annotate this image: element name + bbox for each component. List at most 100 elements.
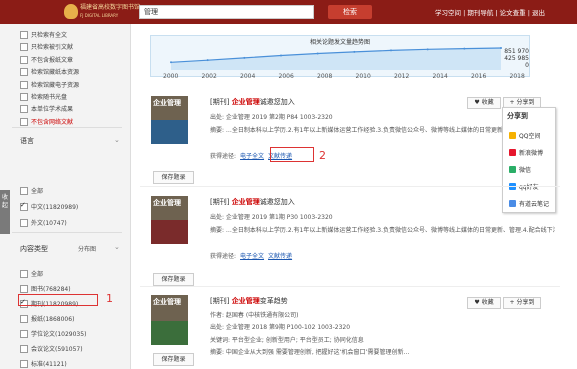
chart-x-tick: 2016 — [471, 73, 487, 80]
filter-option-checkbox[interactable] — [20, 31, 28, 39]
share-item-label: 微信 — [519, 167, 532, 174]
filter-option-label[interactable]: 只检索有全文 — [31, 30, 67, 39]
language-section-title: 语言 — [20, 137, 34, 145]
chevron-down-icon[interactable]: ⌄ — [114, 243, 120, 251]
share-wechat[interactable]: 微信 — [509, 165, 531, 174]
logo-subtitle: FJ DIGITAL LIBRARY — [80, 13, 119, 18]
type-tag: [期刊] — [210, 198, 230, 206]
content-type-option-label[interactable]: 报纸(1868006) — [31, 314, 74, 323]
result-meta: 出处: 企业管理 2019 第1期 P30 1003-2320 — [210, 214, 333, 221]
share-qzone[interactable]: QQ空间 — [509, 131, 540, 140]
result-author: 作者: 赵国春 (中核铁通有限公司) — [210, 312, 299, 319]
highlight-box — [270, 147, 314, 162]
trend-point — [206, 59, 209, 62]
favorite-button[interactable]: ♥ 收藏 — [467, 97, 501, 109]
title-keyword[interactable]: 企业管理 — [232, 297, 260, 305]
share-item-label: 新浪微博 — [519, 150, 544, 157]
chart-zero-value: 0 — [525, 62, 529, 69]
filter-option-checkbox[interactable] — [20, 68, 28, 77]
cover-title: 企业管理 — [153, 199, 181, 207]
filter-option-label[interactable]: 不包含报纸文章 — [31, 55, 73, 64]
filter-option-label[interactable]: 检索馆藏电子资源 — [31, 80, 79, 89]
chart-x-tick: 2004 — [240, 73, 256, 80]
content-type-section-title: 内容类型 — [20, 245, 48, 253]
divider — [12, 232, 122, 233]
filter-option-checkbox[interactable] — [20, 43, 28, 52]
language-option-checkbox[interactable] — [20, 201, 28, 211]
title-keyword[interactable]: 企业管理 — [232, 198, 260, 206]
chart-x-tick: 2008 — [317, 73, 333, 80]
result-meta: 出处: 企业管理 2018 第9期 P100-102 1003-2320 — [210, 324, 351, 331]
title-rest[interactable]: 诚邀您加入 — [260, 198, 295, 206]
journal-cover-image[interactable]: 企业管理 — [151, 96, 188, 144]
content-type-option-checkbox[interactable] — [20, 360, 28, 368]
trend-point — [243, 56, 246, 59]
filter-option-checkbox[interactable] — [20, 55, 28, 64]
filter-option-label[interactable]: 不包含网络文献 — [31, 117, 73, 126]
trend-point — [280, 54, 282, 57]
filter-option-checkbox[interactable] — [20, 105, 28, 114]
result-title[interactable]: [期刊] 企业管理诚邀您加入 — [210, 197, 295, 207]
trend-point — [426, 48, 429, 51]
result-meta: 出处: 企业管理 2019 第2期 P84 1003-2320 — [210, 114, 333, 121]
result-abstract: 摘要: …全日制本科以上学历.2.有1年以上新媒体运营工作经验.3.负责微信公众… — [210, 227, 555, 234]
title-keyword[interactable]: 企业管理 — [232, 98, 260, 106]
share-button[interactable]: + 分享到 — [503, 297, 541, 309]
top-links[interactable]: 学习空间 | 期刊导航 | 论文查重 | 退出 — [435, 7, 545, 17]
share-popup: 分享到 QQ空间 新浪微博 微信 qq好友 有道云笔记 — [502, 107, 556, 213]
journal-cover-image[interactable]: 企业管理 — [151, 295, 188, 345]
chart-x-tick: 2014 — [432, 73, 448, 80]
filter-option-label[interactable]: 检索随书光盘 — [31, 92, 67, 101]
content-type-option-checkbox[interactable] — [20, 330, 28, 338]
search-button[interactable]: 检索 — [328, 5, 372, 19]
content-type-option-label[interactable]: 学位论文(1029035) — [31, 329, 86, 338]
content-type-option-checkbox[interactable] — [20, 285, 28, 293]
save-record-button[interactable]: 保存题录 — [153, 171, 194, 184]
full-text-link[interactable]: 电子全文 — [240, 153, 264, 160]
language-option-checkbox[interactable] — [20, 187, 28, 195]
share-item-label: QQ空间 — [519, 133, 541, 140]
share-weibo[interactable]: 新浪微博 — [509, 148, 543, 157]
library-logo-icon — [64, 4, 78, 19]
filter-option-checkbox[interactable] — [20, 93, 28, 101]
trend-point — [463, 47, 466, 50]
filter-option-checkbox[interactable] — [20, 117, 28, 126]
qzone-icon — [509, 132, 516, 139]
distribution-chart-link[interactable]: 分布图 — [78, 244, 96, 253]
journal-cover-image[interactable]: 企业管理 — [151, 196, 188, 244]
share-popup-title: 分享到 — [507, 112, 528, 120]
content-type-option-label[interactable]: 标准(41121) — [31, 359, 67, 368]
content-type-option-label[interactable]: 全部 — [31, 269, 43, 278]
divider — [140, 286, 560, 287]
title-rest[interactable]: 诚邀您加入 — [260, 98, 295, 106]
share-youdao-note[interactable]: 有道云笔记 — [509, 199, 549, 208]
chevron-down-icon[interactable]: ⌄ — [114, 136, 120, 144]
filter-option-checkbox[interactable] — [20, 80, 28, 89]
chart-x-tick: 2000 — [163, 73, 179, 80]
full-text-link[interactable]: 电子全文 — [240, 253, 264, 260]
search-input[interactable]: 管理 — [139, 5, 314, 19]
filter-option-label[interactable]: 本单位学术成果 — [31, 104, 73, 113]
document-delivery-link[interactable]: 文献传递 — [268, 253, 292, 260]
wechat-icon — [509, 166, 516, 173]
content-type-option-label[interactable]: 图书(768284) — [31, 284, 71, 293]
filter-option-label[interactable]: 检索馆藏纸本资源 — [31, 67, 79, 76]
content-type-option-checkbox[interactable] — [20, 345, 28, 353]
result-title[interactable]: [期刊] 企业管理变革趋势 — [210, 296, 288, 306]
language-option-checkbox[interactable] — [20, 219, 28, 227]
content-type-option-label[interactable]: 会议论文(591057) — [31, 344, 83, 353]
save-record-button[interactable]: 保存题录 — [153, 273, 194, 286]
content-type-option-checkbox[interactable] — [20, 270, 28, 278]
language-option-label[interactable]: 中文(11820989) — [31, 202, 78, 211]
favorite-button[interactable]: ♥ 收藏 — [467, 297, 501, 309]
content-type-option-checkbox[interactable] — [20, 315, 28, 323]
result-title[interactable]: [期刊] 企业管理诚邀您加入 — [210, 97, 295, 107]
trend-point — [353, 50, 356, 53]
save-record-button[interactable]: 保存题录 — [153, 353, 194, 366]
title-rest[interactable]: 变革趋势 — [260, 297, 288, 305]
collapse-tab[interactable]: 收起 — [0, 190, 10, 234]
youdao-note-icon — [509, 200, 516, 207]
language-option-label[interactable]: 全部 — [31, 186, 43, 195]
language-option-label[interactable]: 外文(10747) — [31, 218, 67, 227]
filter-option-label[interactable]: 只检索被引文献 — [31, 42, 73, 51]
